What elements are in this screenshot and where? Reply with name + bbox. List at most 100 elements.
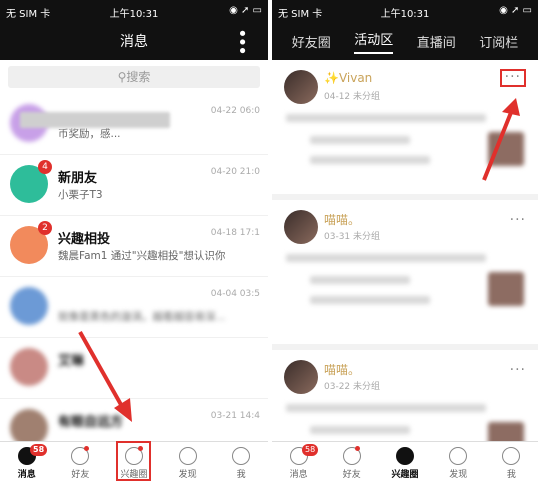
tab-label: 发现	[449, 470, 468, 480]
tab-badge: 58	[302, 444, 319, 456]
list-item[interactable]: 4 新朋友 04-20 21:0 小栗子T3	[0, 155, 268, 216]
list-item[interactable]: 艾琳	[0, 338, 268, 399]
message-preview: 魏晨Fam1 通过"兴趣相投"想认识你	[58, 250, 226, 262]
tab-label: 消息	[289, 470, 308, 480]
more-menu-icon[interactable]: •••	[231, 28, 252, 54]
post-image[interactable]	[488, 272, 524, 306]
blurred-line	[310, 136, 410, 144]
blurred-line	[310, 156, 430, 164]
post-date: 04-12	[324, 92, 351, 102]
status-bar: 无 SIM 卡 上午10:31 ◉ ➚ ▭	[272, 0, 538, 22]
tab-2[interactable]: 直播间	[417, 32, 456, 51]
tab-1[interactable]: 好友	[54, 442, 108, 485]
more-options-icon[interactable]: ···	[510, 212, 526, 228]
message-preview: 就像是黑色的漩涡，越看越容易深...	[58, 311, 226, 323]
tab-0[interactable]: 消息 58	[0, 442, 54, 485]
battery-icon: ◉ ➚ ▭	[499, 5, 532, 16]
more-options-icon[interactable]: ···	[499, 69, 526, 87]
bottom-tab-bar: 消息 58 好友 兴趣圈 发现 我	[272, 441, 538, 485]
post-card[interactable]: ✨Vivan 04-12 未分组 ···	[272, 60, 538, 200]
message-time: 03-21 14:4	[210, 411, 260, 421]
tab-icon	[449, 447, 468, 465]
post-card[interactable]: 喵喵。 03-31 未分组 ···	[272, 200, 538, 350]
tab-label: 好友	[342, 470, 361, 480]
highlight-box	[116, 441, 151, 481]
top-bar: 无 SIM 卡 上午10:31 ◉ ➚ ▭ 好友圈 活动区 直播间 订阅栏	[272, 0, 538, 60]
post-category: 未分组	[353, 382, 381, 392]
unread-badge: 4	[38, 160, 52, 174]
message-preview: 币奖励，感...	[58, 128, 121, 140]
post-category: 未分组	[353, 92, 381, 102]
avatar	[284, 210, 318, 244]
post-author: 喵喵。	[324, 213, 361, 227]
blurred-line	[286, 254, 486, 262]
post-image[interactable]	[488, 132, 524, 166]
avatar	[284, 360, 318, 394]
post-date: 03-22	[324, 382, 351, 392]
more-options-icon[interactable]: ···	[510, 362, 526, 378]
post-category: 未分组	[353, 232, 381, 242]
search-placeholder: 搜索	[126, 70, 151, 84]
tab-badge: 58	[30, 444, 48, 456]
blurred-line	[310, 276, 410, 284]
message-name: 新朋友	[58, 171, 98, 186]
tab-icon	[178, 447, 197, 465]
tab-3[interactable]: 订阅栏	[479, 32, 518, 51]
unread-badge: 2	[38, 221, 52, 235]
avatar	[284, 70, 318, 104]
search-input[interactable]: ⚲搜索	[8, 66, 260, 88]
post-feed: ✨Vivan 04-12 未分组 ··· 喵喵。 03-31 未分组 ··· 喵…	[272, 60, 538, 470]
page-title: 消息	[120, 34, 148, 50]
tab-label: 消息	[17, 470, 36, 480]
notification-dot	[84, 446, 90, 451]
message-list: 04-22 06:0 币奖励，感... 4 新朋友 04-20 21:0 小栗子…	[0, 94, 268, 460]
message-name: 艾琳	[58, 354, 85, 369]
battery-icon: ◉ ➚ ▭	[229, 5, 262, 16]
post-author: 喵喵。	[324, 363, 361, 377]
post-date: 03-31	[324, 232, 351, 242]
post-meta: 03-31 未分组	[324, 229, 380, 242]
tab-3[interactable]: 发现	[432, 442, 485, 485]
message-name: 有眼自远方	[58, 415, 124, 430]
tab-label: 兴趣圈	[391, 470, 419, 480]
list-item[interactable]: 04-22 06:0 币奖励，感...	[0, 94, 268, 155]
avatar	[10, 287, 48, 325]
status-bar: 无 SIM 卡 上午10:31 ◉ ➚ ▭	[0, 0, 268, 22]
blurred-line	[310, 426, 410, 434]
post-meta: 03-22 未分组	[324, 379, 380, 392]
tab-label: 好友	[71, 470, 90, 480]
list-item[interactable]: 2 兴趣相投 04-18 17:1 魏晨Fam1 通过"兴趣相投"想认识你	[0, 216, 268, 277]
message-name: 兴趣相投	[58, 232, 111, 247]
post-meta: 04-12 未分组	[324, 89, 380, 102]
tab-2[interactable]: 兴趣圈	[378, 442, 431, 485]
clock: 上午10:31	[109, 9, 159, 20]
post-author: ✨Vivan	[324, 71, 373, 85]
message-time: 04-22 06:0	[210, 106, 260, 116]
redacted-bar	[20, 112, 170, 128]
tab-label: 我	[236, 470, 246, 480]
blurred-line	[310, 296, 430, 304]
tab-1[interactable]: 活动区	[354, 29, 394, 54]
tab-strip: 好友圈 活动区 直播间 订阅栏	[272, 22, 538, 60]
notification-dot	[355, 446, 361, 451]
blurred-line	[286, 404, 486, 412]
blurred-line	[286, 114, 486, 122]
avatar	[10, 348, 48, 386]
messages-screen: 无 SIM 卡 上午10:31 ◉ ➚ ▭ 消息 ••• ⚲搜索 04-22 0…	[0, 0, 268, 485]
tab-icon	[502, 447, 521, 465]
tab-0[interactable]: 消息 58	[272, 442, 325, 485]
tab-4[interactable]: 我	[214, 442, 268, 485]
tab-label: 发现	[178, 470, 197, 480]
tab-0[interactable]: 好友圈	[292, 32, 331, 51]
tab-3[interactable]: 发现	[161, 442, 215, 485]
message-preview: 小栗子T3	[58, 189, 103, 201]
tab-label: 我	[506, 470, 516, 480]
tab-icon	[232, 447, 251, 465]
list-item[interactable]: 04-04 03:5 就像是黑色的漩涡，越看越容易深...	[0, 277, 268, 338]
message-time: 04-18 17:1	[210, 228, 260, 238]
tab-4[interactable]: 我	[485, 442, 538, 485]
tab-1[interactable]: 好友	[325, 442, 378, 485]
message-time: 04-04 03:5	[210, 289, 260, 299]
message-time: 04-20 21:0	[210, 167, 260, 177]
top-bar: 无 SIM 卡 上午10:31 ◉ ➚ ▭ 消息 •••	[0, 0, 268, 60]
